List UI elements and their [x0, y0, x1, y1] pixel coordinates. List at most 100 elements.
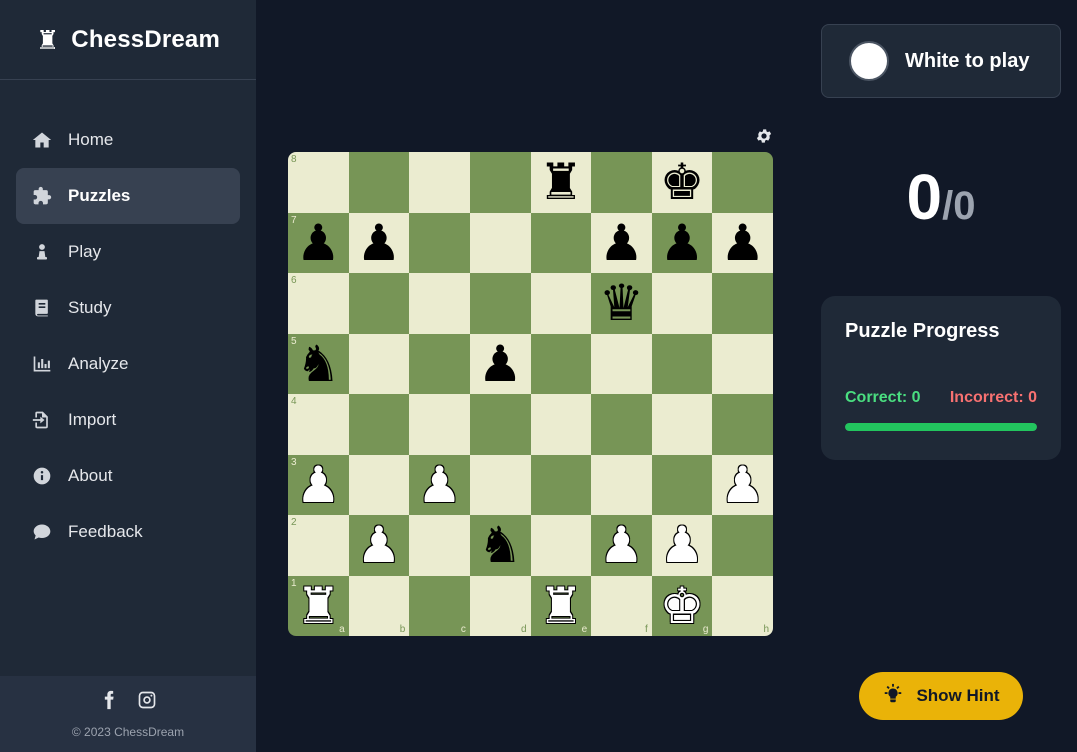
gear-icon[interactable] [755, 127, 773, 145]
square-c2[interactable] [409, 515, 470, 576]
square-a2[interactable]: 2 [288, 515, 349, 576]
square-c1[interactable]: c [409, 575, 470, 636]
rank-label: 8 [291, 154, 297, 165]
square-f4[interactable] [591, 394, 652, 455]
square-c7[interactable] [409, 212, 470, 273]
square-a3[interactable]: 3 ♟ [288, 454, 349, 515]
black-king[interactable]: ♚ [660, 157, 705, 207]
square-d6[interactable] [469, 273, 531, 334]
black-rook[interactable]: ♜ [538, 157, 583, 207]
square-h8[interactable] [712, 152, 773, 213]
square-f3[interactable] [591, 454, 652, 515]
square-d4[interactable] [469, 394, 531, 455]
square-d7[interactable] [469, 212, 531, 273]
square-c6[interactable] [409, 273, 470, 334]
square-a1[interactable]: 1 a ♜ [288, 575, 349, 636]
sidebar-item-import[interactable]: Import [16, 392, 240, 448]
square-e6[interactable] [530, 273, 592, 334]
square-e4[interactable] [530, 394, 592, 455]
black-queen[interactable]: ♛ [599, 278, 644, 328]
square-h2[interactable] [712, 515, 773, 576]
black-pawn[interactable]: ♟ [660, 218, 705, 268]
square-f5[interactable] [591, 333, 652, 394]
square-b7[interactable]: ♟ [348, 212, 410, 273]
black-pawn[interactable]: ♟ [720, 218, 765, 268]
square-g7[interactable]: ♟ [651, 212, 713, 273]
black-knight[interactable]: ♞ [296, 339, 341, 389]
square-d8[interactable] [469, 152, 531, 213]
square-b5[interactable] [348, 333, 410, 394]
show-hint-button[interactable]: Show Hint [859, 672, 1023, 720]
square-h7[interactable]: ♟ [712, 212, 773, 273]
square-d5[interactable]: ♟ [469, 333, 531, 394]
square-h6[interactable] [712, 273, 773, 334]
square-f1[interactable]: f [591, 575, 652, 636]
white-pawn[interactable]: ♟ [417, 460, 462, 510]
square-e3[interactable] [530, 454, 592, 515]
square-g6[interactable] [651, 273, 713, 334]
instagram-icon[interactable] [137, 690, 157, 715]
black-knight[interactable]: ♞ [478, 520, 523, 570]
black-pawn[interactable]: ♟ [296, 218, 341, 268]
black-pawn[interactable]: ♟ [357, 218, 402, 268]
white-pawn[interactable]: ♟ [599, 520, 644, 570]
square-a4[interactable]: 4 [288, 394, 349, 455]
white-pawn[interactable]: ♟ [296, 460, 341, 510]
square-g1[interactable]: g ♚ [651, 575, 713, 636]
square-g4[interactable] [651, 394, 713, 455]
sidebar-item-feedback[interactable]: Feedback [16, 504, 240, 560]
facebook-icon[interactable] [99, 690, 119, 715]
black-pawn[interactable]: ♟ [599, 218, 644, 268]
square-h3[interactable]: ♟ [712, 454, 773, 515]
sidebar-item-puzzles[interactable]: Puzzles [16, 168, 240, 224]
square-f7[interactable]: ♟ [591, 212, 652, 273]
square-a6[interactable]: 6 [288, 273, 349, 334]
sidebar: ♜ ChessDream Home Puzzles Play Study Ana… [0, 0, 256, 752]
square-g5[interactable] [651, 333, 713, 394]
square-h4[interactable] [712, 394, 773, 455]
square-b3[interactable] [348, 454, 410, 515]
square-c5[interactable] [409, 333, 470, 394]
square-e5[interactable] [530, 333, 592, 394]
white-pawn[interactable]: ♟ [357, 520, 402, 570]
square-b1[interactable]: b [348, 575, 410, 636]
square-g3[interactable] [651, 454, 713, 515]
square-a8[interactable]: 8 [288, 152, 349, 213]
white-rook[interactable]: ♜ [538, 581, 583, 631]
square-f2[interactable]: ♟ [591, 515, 652, 576]
sidebar-item-play[interactable]: Play [16, 224, 240, 280]
square-b2[interactable]: ♟ [348, 515, 410, 576]
square-f8[interactable] [591, 152, 652, 213]
square-c3[interactable]: ♟ [409, 454, 470, 515]
square-h5[interactable] [712, 333, 773, 394]
square-a7[interactable]: 7 ♟ [288, 212, 349, 273]
sidebar-item-home[interactable]: Home [16, 112, 240, 168]
brand[interactable]: ♜ ChessDream [0, 0, 256, 80]
white-pawn[interactable]: ♟ [720, 460, 765, 510]
square-d1[interactable]: d [469, 575, 531, 636]
square-c8[interactable] [409, 152, 470, 213]
square-f6[interactable]: ♛ [591, 273, 652, 334]
square-c4[interactable] [409, 394, 470, 455]
square-g8[interactable]: ♚ [651, 152, 713, 213]
square-e1[interactable]: e ♜ [530, 575, 592, 636]
square-e8[interactable]: ♜ [530, 152, 592, 213]
square-b4[interactable] [348, 394, 410, 455]
sidebar-item-about[interactable]: About [16, 448, 240, 504]
incorrect-count: Incorrect: 0 [949, 389, 1037, 406]
sidebar-item-analyze[interactable]: Analyze [16, 336, 240, 392]
square-e2[interactable] [530, 515, 592, 576]
square-b8[interactable] [348, 152, 410, 213]
square-b6[interactable] [348, 273, 410, 334]
square-h1[interactable]: h [712, 575, 773, 636]
black-pawn[interactable]: ♟ [478, 339, 523, 389]
white-pawn[interactable]: ♟ [660, 520, 705, 570]
white-king[interactable]: ♚ [660, 581, 705, 631]
square-e7[interactable] [530, 212, 592, 273]
square-g2[interactable]: ♟ [651, 515, 713, 576]
sidebar-item-study[interactable]: Study [16, 280, 240, 336]
square-a5[interactable]: 5 ♞ [288, 333, 349, 394]
square-d3[interactable] [469, 454, 531, 515]
square-d2[interactable]: ♞ [469, 515, 531, 576]
white-rook[interactable]: ♜ [296, 581, 341, 631]
